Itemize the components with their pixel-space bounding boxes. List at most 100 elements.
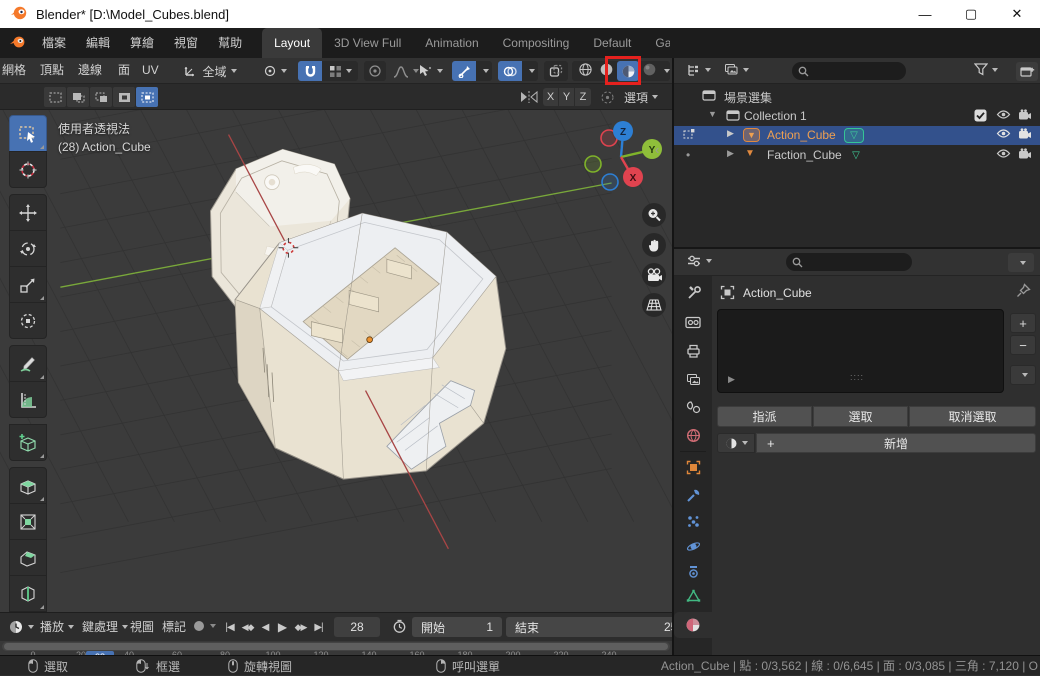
shading-solid-button[interactable] — [596, 62, 617, 80]
end-frame-field[interactable]: 結束 250 — [506, 617, 672, 637]
deselect-button[interactable]: 取消選取 — [909, 406, 1036, 427]
tool-scale[interactable] — [9, 266, 47, 303]
hide-eye-icon[interactable] — [996, 109, 1011, 123]
jump-to-start-button[interactable]: |◀ — [222, 619, 237, 635]
properties-search-input[interactable] — [803, 256, 887, 268]
navigation-gizmo[interactable]: Z Y X — [583, 116, 669, 202]
timeline-scrollbar[interactable] — [4, 643, 668, 650]
tool-add-cube[interactable] — [9, 424, 47, 461]
snap-toggle[interactable] — [298, 61, 322, 81]
auto-key-button[interactable] — [192, 619, 216, 633]
browse-material-dropdown[interactable] — [717, 433, 755, 453]
tool-loop-cut[interactable] — [9, 575, 47, 612]
pivot-point-dropdown[interactable] — [258, 61, 292, 81]
proportional-editing-toggle[interactable] — [364, 61, 386, 81]
tool-move[interactable] — [9, 194, 47, 231]
shading-material-preview-button[interactable] — [617, 61, 639, 81]
select-set-button[interactable] — [44, 87, 66, 107]
outliner-search-input[interactable] — [809, 65, 893, 77]
show-gizmo-toggle[interactable] — [452, 61, 476, 81]
mirror-y-button[interactable]: Y — [559, 88, 575, 106]
xray-toggle[interactable] — [544, 61, 568, 81]
remove-slot-button[interactable]: − — [1010, 335, 1036, 355]
new-material-button[interactable]: + 新增 — [756, 433, 1036, 453]
markers-menu[interactable]: 標記 — [162, 613, 186, 641]
tab-material[interactable] — [674, 612, 712, 638]
tool-inset-faces[interactable] — [9, 503, 47, 540]
view-menu[interactable]: 視圖 — [130, 613, 154, 641]
next-keyframe-button[interactable]: ◆▶ — [292, 619, 309, 635]
keying-menu[interactable]: 鍵處理 — [82, 613, 128, 641]
jump-to-end-button[interactable]: ▶| — [311, 619, 326, 635]
tab-3d-view-full[interactable]: 3D View Full — [322, 28, 413, 58]
timeline-ruler[interactable]: 0 20 40 60 80 100 120 140 160 180 200 22… — [0, 641, 672, 655]
tab-particles[interactable] — [674, 508, 712, 534]
outliner-display-mode-dropdown[interactable] — [686, 63, 711, 77]
collection-checkbox[interactable] — [974, 109, 987, 125]
expand-arrow-icon[interactable]: ▶ — [727, 148, 734, 159]
menu-render[interactable]: 算繪 — [120, 28, 164, 58]
material-slots-list[interactable]: ▶ :::: — [717, 309, 1004, 393]
tab-tool[interactable] — [674, 279, 712, 305]
hide-eye-icon[interactable] — [996, 128, 1011, 142]
tab-world[interactable] — [674, 422, 712, 448]
transform-orientation-dropdown[interactable]: 全域 — [170, 61, 250, 81]
tab-physics[interactable] — [674, 533, 712, 559]
disable-render-camera-icon[interactable] — [1018, 148, 1032, 163]
outliner-row-faction-cube[interactable]: • ▶ ▼ Faction_Cube ▽ — [674, 146, 1040, 165]
disclosure-triangle-icon[interactable]: ▼ — [708, 109, 717, 119]
current-frame-field[interactable]: 28 — [334, 617, 380, 637]
shading-wireframe-button[interactable] — [575, 62, 596, 80]
menu-vertex[interactable]: 頂點 — [40, 58, 64, 83]
tab-modifiers[interactable] — [674, 482, 712, 508]
expand-arrow-icon[interactable]: ▶ — [727, 128, 734, 139]
properties-options-dropdown[interactable] — [1008, 253, 1034, 272]
gizmo-dropdown[interactable] — [476, 61, 492, 81]
breadcrumb-object-name[interactable]: Action_Cube — [743, 286, 812, 300]
tab-constraints[interactable] — [674, 558, 712, 584]
show-overlays-toggle[interactable] — [498, 61, 522, 81]
proportional-connected-icon[interactable] — [600, 90, 615, 108]
outliner-filter-dropdown[interactable] — [974, 63, 998, 76]
tool-select-box[interactable] — [9, 115, 47, 152]
menu-window[interactable]: 視窗 — [164, 28, 208, 58]
menu-mesh[interactable]: 網格 — [2, 58, 26, 83]
tab-view-layer[interactable] — [674, 366, 712, 392]
menu-edge[interactable]: 邊線 — [78, 58, 102, 83]
tool-rotate[interactable] — [9, 230, 47, 267]
tool-transform[interactable] — [9, 302, 47, 339]
select-invert-button[interactable] — [113, 87, 135, 107]
disable-render-camera-icon[interactable] — [1018, 109, 1032, 124]
tab-layout[interactable]: Layout — [262, 28, 322, 58]
object-type-visibility-dropdown[interactable] — [412, 61, 448, 81]
properties-search[interactable] — [786, 253, 912, 271]
add-slot-button[interactable]: + — [1010, 313, 1036, 333]
select-intersect-button[interactable] — [136, 87, 158, 107]
properties-editor-type-dropdown[interactable] — [686, 254, 712, 268]
mirror-z-button[interactable]: Z — [575, 88, 591, 106]
tool-measure[interactable] — [9, 381, 47, 418]
menu-uv[interactable]: UV — [142, 58, 159, 83]
outliner-search[interactable] — [792, 62, 906, 80]
pin-icon[interactable] — [1016, 283, 1031, 301]
blender-menu-icon[interactable] — [8, 34, 28, 53]
zoom-button[interactable] — [642, 203, 666, 227]
tab-compositing[interactable]: Compositing — [491, 28, 582, 58]
tool-annotate[interactable] — [9, 345, 47, 382]
tool-cursor[interactable] — [9, 151, 47, 188]
timeline-editor-type-dropdown[interactable] — [8, 613, 34, 641]
sidebar-collapse-arrow[interactable]: ‹ — [655, 142, 659, 157]
resize-grip[interactable]: :::: — [850, 372, 864, 382]
prev-keyframe-button[interactable]: ◀◆ — [239, 619, 256, 635]
select-extend-button[interactable] — [67, 87, 89, 107]
close-button[interactable]: ✕ — [994, 0, 1040, 28]
select-subtract-button[interactable] — [90, 87, 112, 107]
3d-viewport[interactable]: 使用者透視法 (28) Action_Cube — [0, 110, 672, 612]
slot-specials-dropdown[interactable] — [1010, 365, 1036, 385]
orthographic-toggle-button[interactable] — [642, 293, 666, 317]
use-preview-range-button[interactable] — [392, 619, 407, 637]
tab-object-data[interactable] — [674, 583, 712, 609]
tab-render[interactable] — [674, 309, 712, 335]
overlays-dropdown[interactable] — [522, 61, 538, 81]
hide-eye-icon[interactable] — [996, 148, 1011, 162]
